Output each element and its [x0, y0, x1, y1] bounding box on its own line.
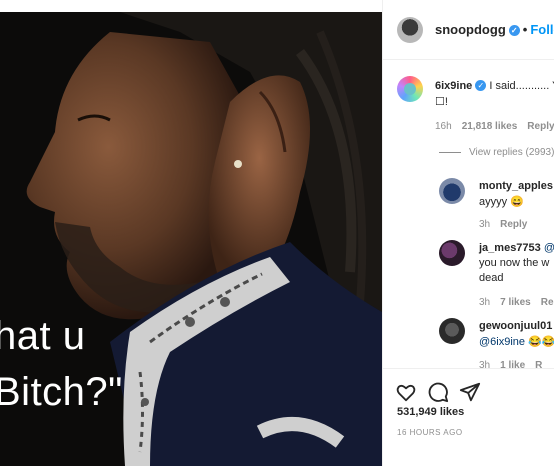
- comment-text-line2: you now the w: [479, 257, 550, 269]
- comment-text-line2: ☐!: [435, 96, 448, 108]
- comment-meta: 3h Reply: [479, 219, 527, 230]
- comment-time: 3h: [479, 297, 491, 308]
- separator-dot: •: [522, 22, 528, 37]
- comment-username-text[interactable]: gewoonjuul01: [479, 320, 552, 332]
- comment-username: gewoonjuul01: [479, 320, 552, 332]
- comment-likes[interactable]: 21,818 likes: [462, 121, 518, 132]
- comment-likes[interactable]: 7 likes: [500, 297, 531, 308]
- comment-text: ayyyy 😄: [479, 196, 524, 208]
- verified-badge-icon: ✓: [475, 80, 487, 91]
- author-avatar[interactable]: [397, 17, 423, 43]
- comment-mention[interactable]: @: [544, 242, 554, 254]
- comment-username: monty_apples: [479, 180, 553, 192]
- comment-time: 3h: [479, 219, 491, 230]
- comment-meta: 16h 21,818 likes Reply: [435, 121, 554, 132]
- follow-button[interactable]: Follow: [530, 22, 554, 37]
- post-timestamp[interactable]: 16 HOURS AGO: [397, 428, 463, 437]
- commenter-avatar[interactable]: [439, 240, 465, 266]
- comment-text: I said........... Y: [489, 80, 554, 92]
- author-username[interactable]: snoopdogg: [435, 22, 506, 37]
- view-replies-link[interactable]: View replies (2993): [469, 147, 554, 158]
- comment-reply-button[interactable]: Reply: [500, 219, 527, 230]
- comment-icon[interactable]: [427, 381, 449, 403]
- comment-time: 16h: [435, 121, 452, 132]
- post-header: snoopdogg✓•Follow: [383, 0, 554, 60]
- replies-divider: [439, 152, 461, 153]
- author-row: snoopdogg✓•Follow: [435, 22, 554, 37]
- commenter-avatar[interactable]: [439, 178, 465, 204]
- comment-username[interactable]: ja_mes7753: [479, 242, 541, 254]
- post-likes-count[interactable]: 531,949 likes: [397, 406, 464, 418]
- image-caption-line2: Bitch?": [0, 370, 123, 414]
- comment-text[interactable]: @6ix9ine 😂😂: [479, 335, 554, 348]
- post-image[interactable]: hat u Bitch?": [0, 12, 382, 466]
- share-icon[interactable]: [459, 381, 481, 403]
- comment-meta: 3h 7 likes Repl: [479, 297, 554, 308]
- comment-text-row: 6ix9ine ✓ I said........... Y: [435, 80, 554, 92]
- heart-icon[interactable]: [395, 381, 417, 403]
- comment-username[interactable]: 6ix9ine: [435, 80, 472, 92]
- comment-reply-button[interactable]: Repl: [541, 297, 554, 308]
- comment-reply-button[interactable]: Reply: [527, 121, 554, 132]
- comment-text-row: ja_mes7753 @: [479, 242, 554, 254]
- post-side-panel: snoopdogg✓•Follow 6ix9ine✓ I said.......…: [382, 0, 554, 466]
- commenter-avatar[interactable]: [439, 318, 465, 344]
- image-caption-line1: hat u: [0, 314, 86, 358]
- comment-text-line3: dead: [479, 272, 504, 284]
- commenter-avatar[interactable]: [397, 76, 423, 102]
- comment-username-text[interactable]: monty_apples: [479, 180, 553, 192]
- verified-badge-icon: ✓: [508, 25, 520, 36]
